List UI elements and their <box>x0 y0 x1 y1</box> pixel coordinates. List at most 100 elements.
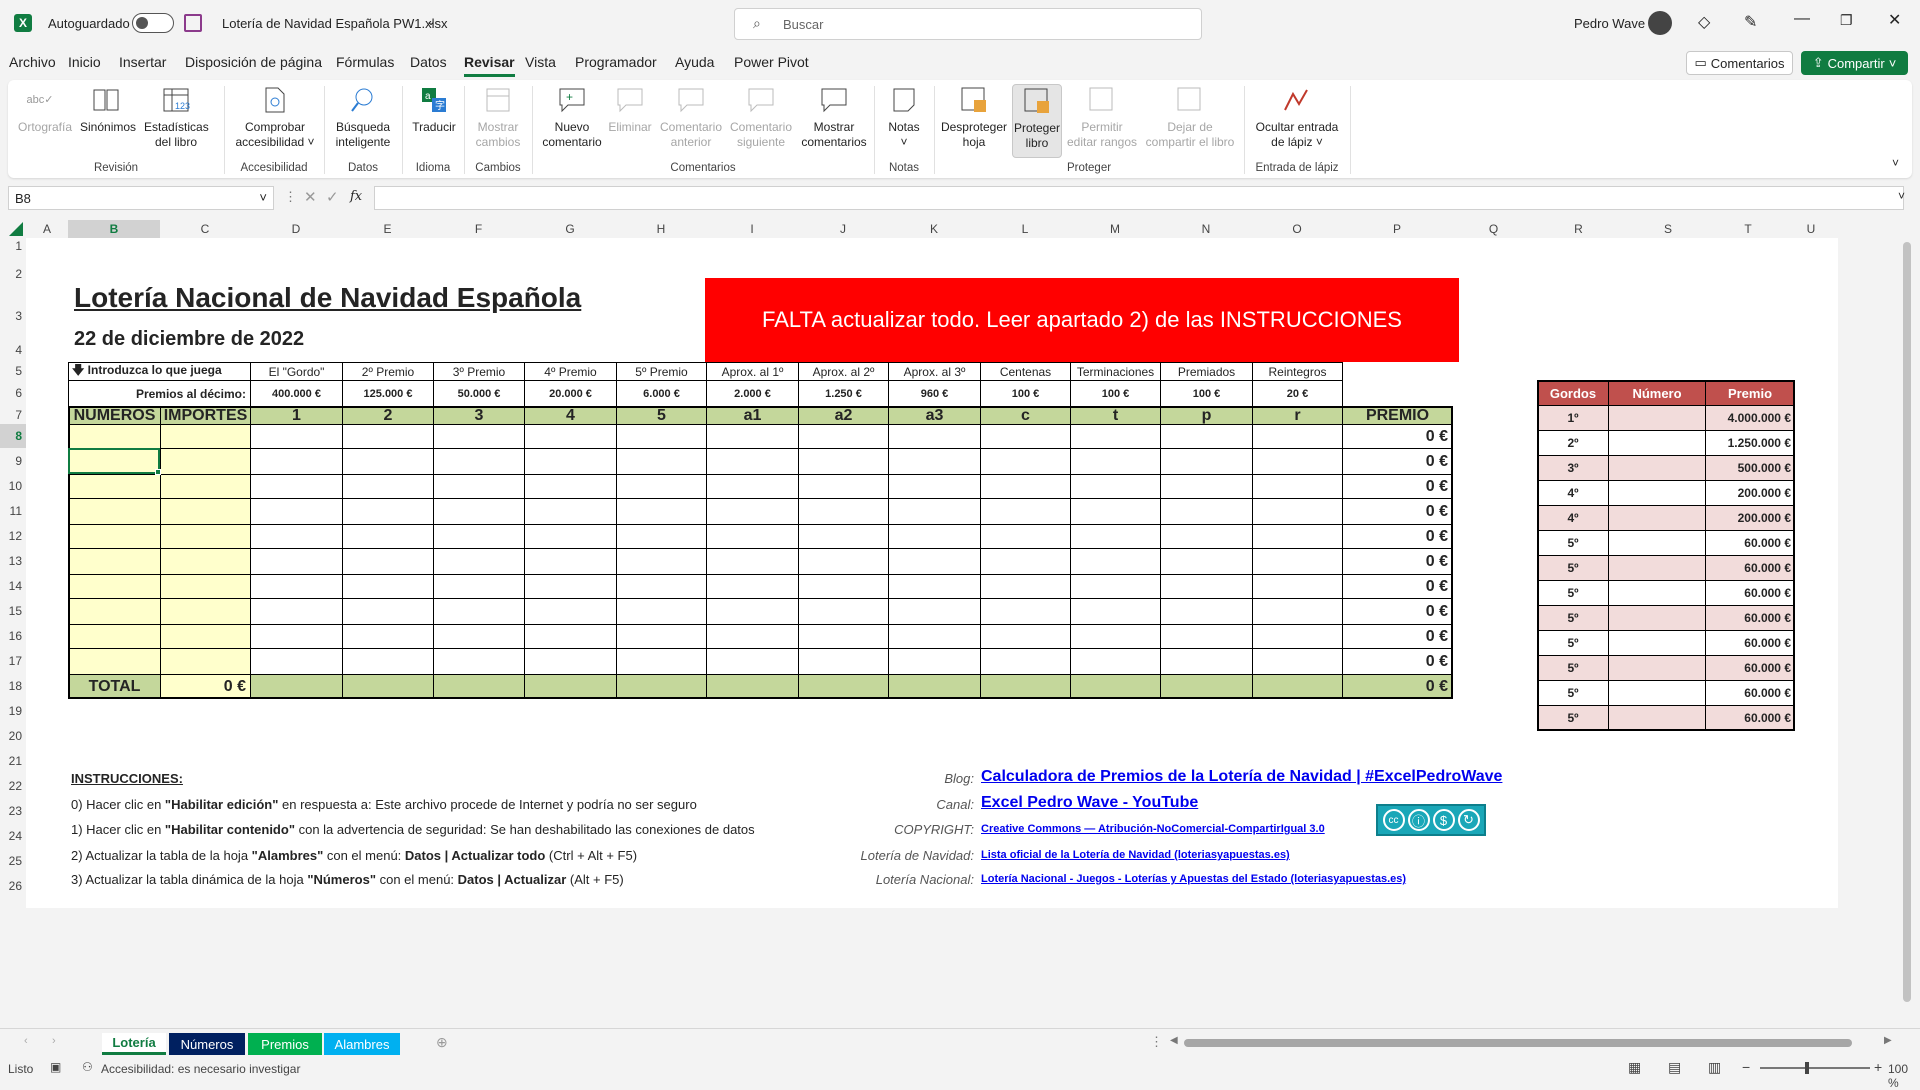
menu-revisar[interactable]: Revisar <box>464 54 515 77</box>
column-header[interactable]: P <box>1342 220 1452 238</box>
expand-formula-bar-icon[interactable]: ˅ <box>1898 189 1905 203</box>
prize-cell[interactable] <box>1160 598 1253 625</box>
prize-cell[interactable] <box>433 548 525 575</box>
gordos-number[interactable] <box>1608 655 1706 681</box>
prize-cell[interactable] <box>798 474 889 499</box>
prize-cell[interactable] <box>1070 574 1161 599</box>
prize-cell[interactable] <box>342 448 434 475</box>
prize-cell[interactable] <box>798 648 889 675</box>
menu-inicio[interactable]: Inicio <box>68 54 101 70</box>
column-header[interactable]: A <box>26 220 68 238</box>
restore-icon[interactable]: ❐ <box>1840 12 1853 29</box>
column-header[interactable]: L <box>980 220 1070 238</box>
row-header[interactable]: 8 <box>0 424 26 448</box>
menu-datos[interactable]: Datos <box>410 54 447 70</box>
column-header[interactable]: N <box>1160 220 1252 238</box>
column-header[interactable]: I <box>706 220 798 238</box>
prize-cell[interactable] <box>616 598 707 625</box>
prize-cell[interactable] <box>1160 424 1253 449</box>
prize-cell[interactable] <box>706 524 799 549</box>
diamond-icon[interactable]: ◇ <box>1698 12 1710 32</box>
prize-cell[interactable] <box>524 624 617 649</box>
row-header[interactable]: 20 <box>0 724 26 748</box>
prize-cell[interactable] <box>250 574 343 599</box>
prize-cell[interactable] <box>798 548 889 575</box>
prize-cell[interactable] <box>342 624 434 649</box>
prize-cell[interactable] <box>250 624 343 649</box>
translate-button[interactable]: a字 Traducir <box>406 84 462 135</box>
menu-insertar[interactable]: Insertar <box>119 54 166 70</box>
page-break-icon[interactable]: ▥ <box>1708 1059 1721 1076</box>
prize-cell[interactable] <box>342 548 434 575</box>
amount-input-cell[interactable] <box>160 424 251 449</box>
number-input-cell[interactable] <box>68 548 161 575</box>
prize-cell[interactable] <box>250 474 343 499</box>
prize-cell[interactable] <box>798 448 889 475</box>
prize-cell[interactable] <box>1160 474 1253 499</box>
prize-cell[interactable] <box>1252 424 1343 449</box>
column-header[interactable]: T <box>1714 220 1782 238</box>
prize-cell[interactable] <box>1252 598 1343 625</box>
selected-cell[interactable] <box>68 448 160 474</box>
row-header[interactable]: 12 <box>0 524 26 548</box>
tab-premios[interactable]: Premios <box>248 1033 322 1055</box>
previous-comment-button[interactable]: Comentario anterior <box>656 84 726 150</box>
gordos-number[interactable] <box>1608 705 1706 731</box>
prize-cell[interactable] <box>798 498 889 525</box>
prize-cell[interactable] <box>888 524 981 549</box>
prize-cell[interactable] <box>888 624 981 649</box>
cancel-icon[interactable]: ✕ <box>304 188 317 206</box>
prize-cell[interactable] <box>616 524 707 549</box>
scroll-left-icon[interactable]: ◀ <box>1170 1035 1178 1046</box>
number-input-cell[interactable] <box>68 574 161 599</box>
prize-cell[interactable] <box>706 474 799 499</box>
prize-cell[interactable] <box>888 424 981 449</box>
fx-icon[interactable]: fx <box>350 189 362 204</box>
row-header[interactable]: 19 <box>0 698 26 724</box>
gordos-number[interactable] <box>1608 430 1706 456</box>
thesaurus-button[interactable]: Sinónimos <box>80 84 136 135</box>
prize-cell[interactable] <box>798 574 889 599</box>
prize-cell[interactable] <box>250 424 343 449</box>
number-input-cell[interactable] <box>68 524 161 549</box>
prize-cell[interactable] <box>433 574 525 599</box>
gordos-number[interactable] <box>1608 630 1706 656</box>
show-changes-button[interactable]: Mostrar cambios <box>468 84 528 150</box>
number-input-cell[interactable] <box>68 424 161 449</box>
prize-cell[interactable] <box>706 498 799 525</box>
prize-cell[interactable] <box>1252 448 1343 475</box>
prize-cell[interactable] <box>616 574 707 599</box>
prize-cell[interactable] <box>888 648 981 675</box>
row-header[interactable]: 9 <box>0 448 26 474</box>
column-header[interactable]: M <box>1070 220 1160 238</box>
unshare-workbook-button[interactable]: Dejar de compartir el libro <box>1140 84 1240 150</box>
prize-cell[interactable] <box>980 598 1071 625</box>
allow-edit-ranges-button[interactable]: Permitir editar rangos <box>1064 84 1140 150</box>
prize-cell[interactable] <box>524 648 617 675</box>
prize-cell[interactable] <box>1252 624 1343 649</box>
prize-cell[interactable] <box>1160 574 1253 599</box>
prize-cell[interactable] <box>616 648 707 675</box>
row-header[interactable]: 1 <box>0 238 26 254</box>
prize-cell[interactable] <box>706 424 799 449</box>
hide-ink-button[interactable]: Ocultar entrada de lápiz ˅ <box>1248 84 1346 150</box>
prize-cell[interactable] <box>888 448 981 475</box>
prize-cell[interactable] <box>433 648 525 675</box>
amount-input-cell[interactable] <box>160 624 251 649</box>
row-header[interactable]: 5 <box>0 362 26 380</box>
prize-cell[interactable] <box>798 424 889 449</box>
prize-cell[interactable] <box>706 448 799 475</box>
prize-cell[interactable] <box>1252 524 1343 549</box>
column-header[interactable]: G <box>524 220 616 238</box>
row-header[interactable]: 17 <box>0 648 26 674</box>
prize-cell[interactable] <box>1160 548 1253 575</box>
loteria-link[interactable]: Lista oficial de la Lotería de Navidad (… <box>981 849 1290 861</box>
prize-cell[interactable] <box>980 624 1071 649</box>
comments-button[interactable]: ▭ Comentarios <box>1686 51 1793 75</box>
column-header[interactable]: J <box>798 220 888 238</box>
prize-cell[interactable] <box>706 548 799 575</box>
prize-cell[interactable] <box>342 498 434 525</box>
prize-cell[interactable] <box>342 598 434 625</box>
tab-alambres[interactable]: Alambres <box>324 1033 400 1055</box>
amount-input-cell[interactable] <box>160 648 251 675</box>
